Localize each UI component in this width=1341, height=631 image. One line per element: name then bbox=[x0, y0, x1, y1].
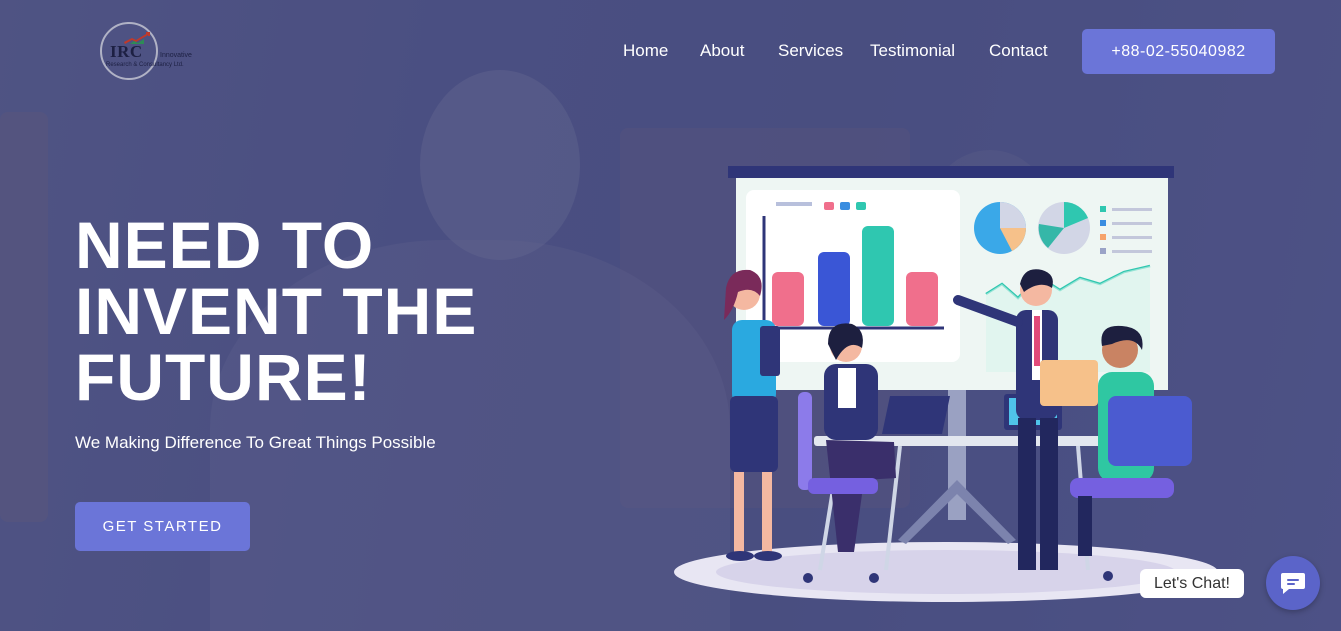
logo-tagline-1: Innovative bbox=[160, 52, 192, 59]
chat-bubble[interactable]: Let's Chat! bbox=[1140, 569, 1244, 598]
nav-item-testimonial[interactable]: Testimonial bbox=[870, 41, 955, 61]
get-started-button[interactable]: GET STARTED bbox=[75, 502, 250, 551]
nav-item-about[interactable]: About bbox=[700, 41, 744, 61]
nav-item-contact[interactable]: Contact bbox=[989, 41, 1048, 61]
brand-logo[interactable]: IRC Innovative Research & Consultancy Lt… bbox=[100, 22, 210, 82]
chat-button[interactable] bbox=[1266, 556, 1320, 610]
chat-icon bbox=[1281, 573, 1305, 594]
hero-section: IRC Innovative Research & Consultancy Lt… bbox=[0, 0, 1341, 631]
hero-illustration bbox=[674, 166, 1218, 602]
nav-item-services[interactable]: Services bbox=[778, 41, 843, 61]
hero-headline: NEED TO INVENT THE FUTURE! bbox=[75, 212, 477, 410]
headline-line-2: INVENT THE bbox=[75, 274, 478, 348]
logo-tagline-2: Research & Consultancy Ltd. bbox=[106, 62, 184, 68]
logo-mark: IRC bbox=[110, 42, 143, 61]
headline-line-1: NEED TO bbox=[75, 208, 375, 282]
phone-button[interactable]: +88-02-55040982 bbox=[1082, 29, 1275, 74]
hero-subtitle: We Making Difference To Great Things Pos… bbox=[75, 433, 436, 452]
nav-item-home[interactable]: Home bbox=[623, 41, 668, 61]
headline-line-3: FUTURE! bbox=[75, 340, 372, 414]
